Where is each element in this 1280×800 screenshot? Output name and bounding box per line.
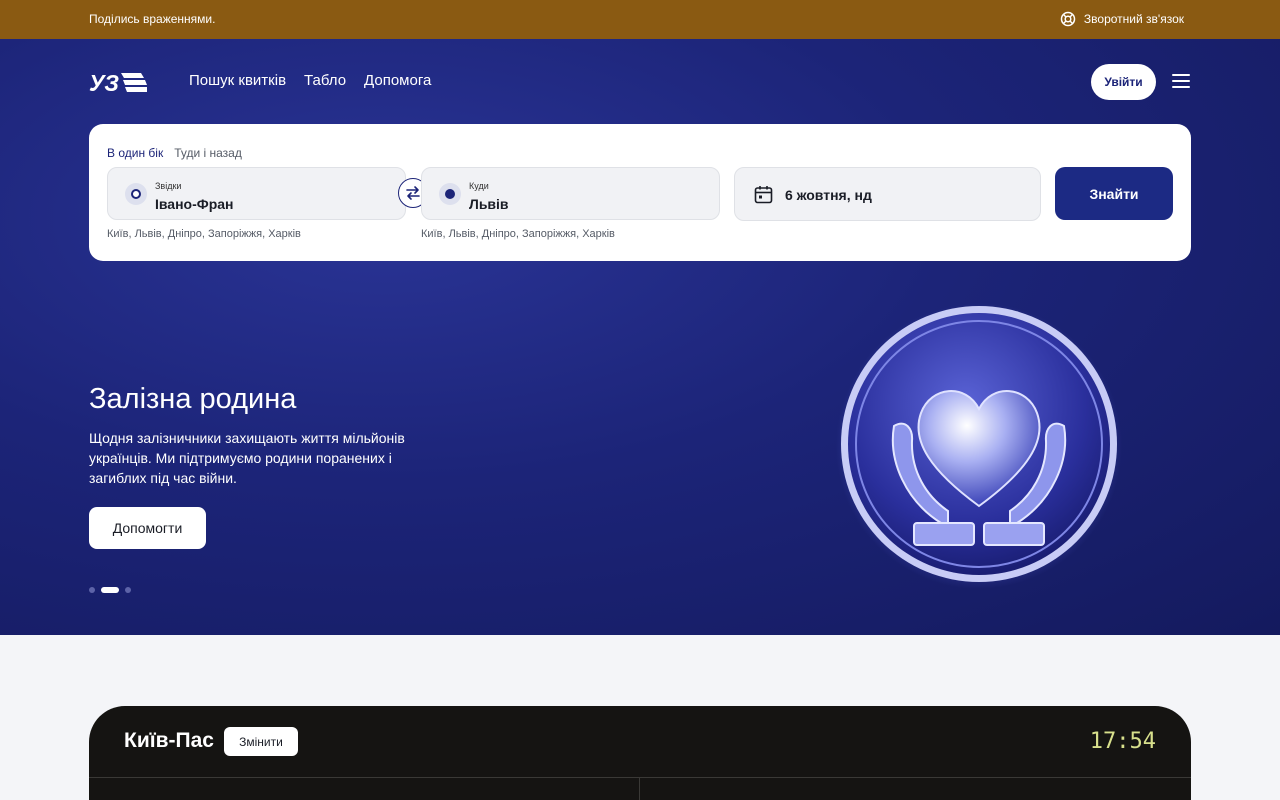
departure-board: Київ-Пас Змінити 17:54 — [89, 706, 1191, 800]
nav-board[interactable]: Табло — [304, 72, 346, 89]
login-button[interactable]: Увійти — [1091, 64, 1156, 100]
destination-marker-icon — [439, 183, 461, 205]
carousel-dots — [89, 587, 131, 593]
board-divider — [89, 777, 1191, 778]
help-button[interactable]: Допомогти — [89, 507, 206, 549]
carousel-dot[interactable] — [125, 587, 131, 593]
to-label: Куди — [469, 181, 489, 191]
hero-text: Щодня залізничники захищають життя мільй… — [89, 430, 405, 486]
feedback-bar: Поділись враженнями. Зворотний зв'язок — [0, 0, 1280, 39]
board-clock: 17:54 — [1089, 729, 1156, 754]
hamburger-menu-icon[interactable] — [1172, 74, 1190, 88]
board-station-name: Київ-Пас — [124, 729, 214, 752]
svg-text:УЗ: УЗ — [89, 70, 119, 94]
nav-help[interactable]: Допомога — [364, 72, 431, 89]
date-picker[interactable]: 6 жовтня, нд — [734, 167, 1041, 221]
from-suggestions[interactable]: Київ, Львів, Дніпро, Запоріжжя, Харків — [107, 228, 301, 240]
find-button[interactable]: Знайти — [1055, 167, 1173, 220]
swap-arrows-icon — [406, 186, 420, 200]
board-column-divider — [639, 777, 640, 800]
hero-section: УЗ Пошук квитків Табло Допомога Увійти В… — [0, 39, 1280, 635]
from-label: Звідки — [155, 181, 182, 191]
date-value: 6 жовтня, нд — [785, 187, 872, 203]
support-label: Зворотний зв'язок — [1083, 12, 1184, 26]
change-station-button[interactable]: Змінити — [224, 727, 298, 756]
to-field[interactable]: Куди Львів — [421, 167, 720, 220]
to-value: Львів — [469, 196, 509, 212]
nav-search-tickets[interactable]: Пошук квитків — [189, 72, 286, 89]
carousel-dot-active[interactable] — [101, 587, 119, 593]
main-nav: Пошук квитків Табло Допомога — [189, 72, 431, 89]
trip-type-tabs: В один бік Туди і назад — [107, 146, 242, 160]
origin-marker-icon — [125, 183, 147, 205]
from-value: Івано-Фран — [155, 196, 234, 212]
uz-logo[interactable]: УЗ — [89, 70, 147, 94]
tab-round-trip[interactable]: Туди і назад — [174, 146, 242, 160]
search-card: В один бік Туди і назад Звідки Івано-Фра… — [89, 124, 1191, 261]
feedback-text: Поділись враженнями. — [89, 12, 216, 26]
tab-one-way[interactable]: В один бік — [107, 146, 163, 160]
support-link[interactable]: Зворотний зв'язок — [1060, 11, 1184, 27]
heart-in-hands-medal-icon — [836, 303, 1122, 589]
hero-title: Залізна родина — [89, 383, 297, 415]
lifebuoy-icon — [1060, 11, 1076, 27]
carousel-dot[interactable] — [89, 587, 95, 593]
calendar-icon — [754, 186, 773, 204]
to-suggestions[interactable]: Київ, Львів, Дніпро, Запоріжжя, Харків — [421, 228, 615, 240]
from-field[interactable]: Звідки Івано-Фран — [107, 167, 406, 220]
